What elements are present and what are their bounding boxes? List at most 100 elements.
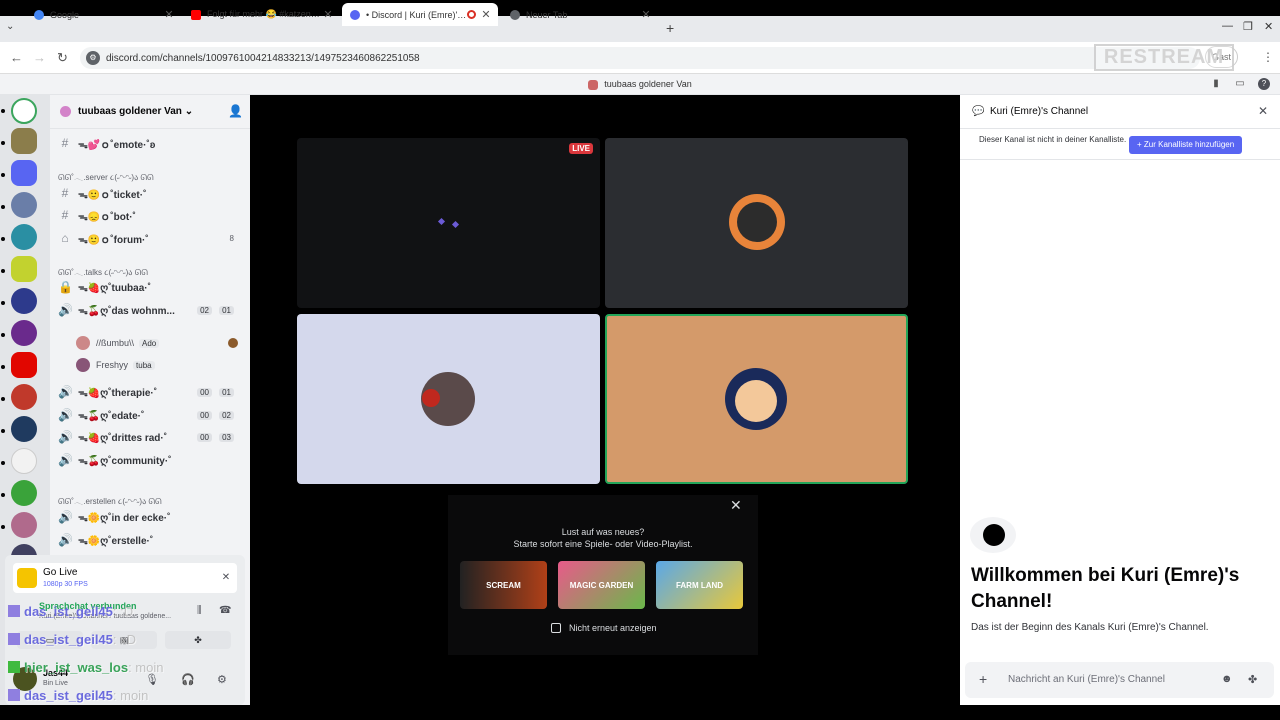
voice-stage: LIVE ✕ Lust auf was neues? Starte sofort…: [250, 95, 955, 705]
unread-dot: [1, 173, 5, 177]
category-erstellen[interactable]: ᘏᘏ˚𓂃.erstellen ૮(˶ᵔᵕᵔ˶)ა ᘏᘏ: [58, 493, 162, 507]
minimize-icon[interactable]: —: [1222, 20, 1233, 32]
twitch-icon: [8, 605, 20, 617]
server-icon-anime[interactable]: [11, 192, 37, 218]
screen-bottom-border: [0, 705, 1280, 720]
server-icon-girl[interactable]: [11, 512, 37, 538]
browser-toolbar: ← → ↻ ⚙ discord.com/channels/10097610042…: [0, 42, 1280, 74]
screen: ⌄ Google ✕ Folgt für mehr 😂 #katzenvideo…: [0, 0, 1280, 720]
server-icon-tuubaa[interactable]: [11, 128, 37, 154]
loading-icon: [437, 217, 446, 226]
message-input[interactable]: + Nachricht an Kuri (Emre)'s Channel ☻ ✤: [965, 662, 1274, 698]
server-icon-white[interactable]: [11, 448, 37, 474]
back-arrow-icon[interactable]: ←: [10, 50, 23, 65]
server-header[interactable]: tuubaas goldener Van ⌄ 👤: [50, 95, 250, 129]
channel-ticket[interactable]: # ᯓ🙂ｏ˚ticket·˚: [58, 183, 244, 203]
new-tab-button[interactable]: +: [666, 20, 674, 36]
chat-overlay-line: das_ist_geil45: :D: [8, 604, 133, 619]
stream-tile[interactable]: LIVE: [297, 138, 600, 308]
restore-icon[interactable]: ❐: [1243, 20, 1253, 33]
address-bar[interactable]: ⚙ discord.com/channels/10097610042148332…: [80, 47, 1200, 69]
speaker-icon: 🔊: [58, 408, 73, 422]
invite-user-icon[interactable]: 👤: [228, 104, 243, 118]
forward-arrow-icon[interactable]: →: [33, 50, 46, 65]
chat-panel-header: 💬 Kuri (Emre)'s Channel ✕: [960, 95, 1280, 129]
kick-icon: [8, 661, 20, 673]
server-icon-blue[interactable]: [11, 288, 37, 314]
server-icon-frog2[interactable]: [11, 480, 37, 506]
channel-forum[interactable]: ⌂ ᯓ🙂ｏ˚forum·˚ 8: [58, 228, 244, 248]
browser-tab-newtab[interactable]: Neuer Tab ✕: [502, 3, 658, 26]
channel-in-der-ecke[interactable]: 🔊 ᯓ🌼ღ˚in der ecke·˚: [58, 507, 244, 527]
browser-tab-google[interactable]: Google ✕: [26, 3, 181, 26]
close-tab-icon[interactable]: ✕: [480, 8, 492, 21]
activity-card-magic-garden[interactable]: MAGIC GARDEN: [558, 561, 645, 609]
noise-suppression-icon[interactable]: ⫼: [197, 605, 202, 616]
lock-icon: 🔒: [58, 280, 73, 294]
live-badge: LIVE: [569, 143, 593, 154]
server-icon-wave[interactable]: [11, 224, 37, 250]
close-panel-icon[interactable]: ✕: [1258, 104, 1268, 118]
emoji-icon[interactable]: ☻: [1221, 673, 1233, 685]
participant-tile-speaking[interactable]: [605, 314, 908, 484]
close-tab-icon[interactable]: ✕: [640, 8, 652, 21]
server-icon-f1[interactable]: [11, 352, 37, 378]
channel-drittes-rad[interactable]: 🔊 ᯓ🍓ღ˚drittes rad·˚ 00 03: [58, 427, 244, 447]
add-to-channel-list-button[interactable]: + Zur Kanalliste hinzufügen: [1129, 136, 1243, 154]
voice-user[interactable]: //ßumbu\\ Ado: [76, 334, 160, 352]
help-icon[interactable]: ?: [1258, 78, 1270, 90]
browser-tab-youtube[interactable]: Folgt für mehr 😂 #katzenvideos ✕: [183, 3, 340, 26]
recording-icon: [467, 10, 476, 19]
speaker-icon: 🔊: [58, 533, 73, 547]
channel-tuubaa[interactable]: 🔒 ᯓ🍓ღ˚tuubaa·˚: [58, 277, 244, 297]
disconnect-icon[interactable]: ☎: [219, 605, 231, 616]
apps-icon[interactable]: ✤: [1248, 673, 1257, 686]
activities-button[interactable]: ✤: [165, 631, 231, 649]
stop-stream-icon[interactable]: ✕: [219, 571, 233, 585]
channel-community[interactable]: 🔊 ᯓ🍒ღ˚community·˚: [58, 450, 244, 470]
server-icon-dark[interactable]: [11, 416, 37, 442]
server-icon-frog[interactable]: [11, 256, 37, 282]
go-live-card[interactable]: Go Live 1080p 30 FPS ✕: [13, 563, 237, 593]
youtube-icon: [191, 9, 201, 20]
server-icon-purple[interactable]: [11, 320, 37, 346]
restream-logo: RESTREAM: [1094, 44, 1234, 71]
channel-das-wohnm[interactable]: 🔊 ᯓ🍒ღ˚das wohnm... 02 01: [58, 300, 244, 320]
server-icon-bot[interactable]: [11, 160, 37, 186]
site-info-icon[interactable]: ⚙: [86, 51, 100, 65]
close-tab-icon[interactable]: ✕: [322, 8, 334, 21]
browser-tab-discord[interactable]: • Discord | Kuri (Emre)'s Channel ✕: [342, 3, 498, 26]
channel-erstelle[interactable]: 🔊 ᯓ🌼ღ˚erstelle·˚: [58, 530, 244, 550]
reload-icon[interactable]: ↻: [57, 50, 68, 66]
voice-user[interactable]: Freshyy tuba: [76, 356, 155, 374]
participant-tile[interactable]: [297, 314, 600, 484]
close-tab-icon[interactable]: ✕: [163, 8, 175, 21]
browser-menu-icon[interactable]: ⋮: [1262, 50, 1274, 64]
participant-tile[interactable]: [605, 138, 908, 308]
activity-card-farm-land[interactable]: FARM LAND: [656, 561, 743, 609]
avatar: [76, 336, 90, 350]
dont-show-checkbox[interactable]: [551, 623, 561, 633]
settings-gear-icon[interactable]: ⚙: [217, 673, 227, 686]
tab-search-chevron-icon[interactable]: ⌄: [6, 21, 14, 32]
bookmark-icon[interactable]: ▮: [1210, 78, 1222, 90]
attach-plus-icon[interactable]: +: [979, 671, 987, 687]
headphones-icon[interactable]: 🎧: [181, 673, 195, 686]
inbox-icon[interactable]: ▭: [1234, 78, 1246, 90]
hash-icon: #: [61, 208, 69, 222]
category-talks[interactable]: ᘏᘏ˚𓂃.talks ૮(˶ᵔᵕᵔ˶)ა ᘏᘏ: [58, 264, 148, 278]
channel-edate[interactable]: 🔊 ᯓ🍒ღ˚edate·˚ 00 02: [58, 405, 244, 425]
server-icon-w3[interactable]: [11, 98, 37, 124]
server-icon-star[interactable]: [11, 384, 37, 410]
chat-bubble-icon: 💬: [972, 106, 985, 117]
channel-bot[interactable]: # ᯓ😞ｏ˚bot·˚: [58, 205, 244, 225]
activity-card-scream[interactable]: SCREAM: [460, 561, 547, 609]
unread-dot: [1, 397, 5, 401]
channel-emote[interactable]: # ᯓ💕ｏ˚emote·˚ʚ: [58, 133, 244, 153]
activity-icon: [228, 338, 238, 348]
unread-dot: [1, 141, 5, 145]
close-window-icon[interactable]: ✕: [1264, 20, 1273, 33]
category-server[interactable]: ᘏᘏ˚𓂃.server ૮(˶ᵔᵕᵔ˶)ა ᘏᘏ: [58, 169, 154, 183]
close-promo-icon[interactable]: ✕: [730, 497, 742, 514]
channel-therapie[interactable]: 🔊 ᯓ🍓ღ˚therapie·˚ 00 01: [58, 382, 244, 402]
